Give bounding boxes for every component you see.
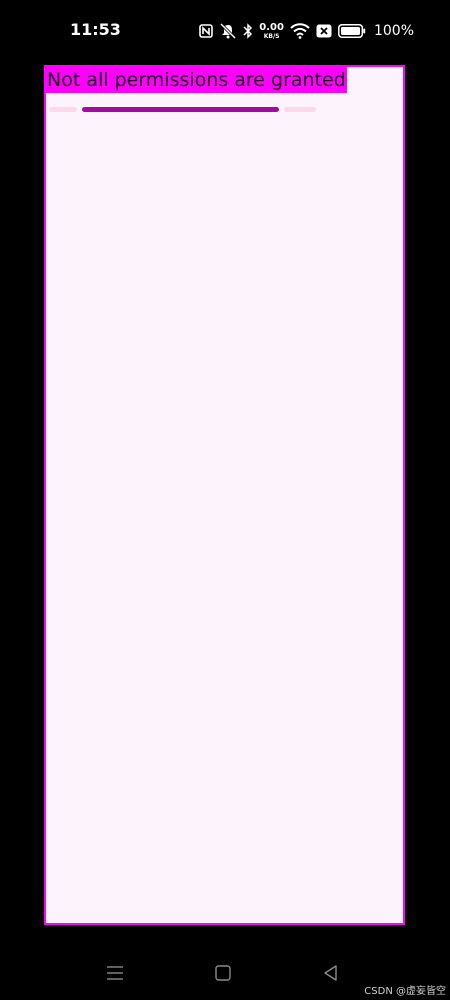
permission-title: Not all permissions are granted — [46, 67, 347, 93]
home-icon[interactable] — [212, 962, 234, 984]
battery-percent: 100% — [373, 23, 414, 39]
network-speed-value: 0.00 — [259, 21, 284, 33]
menu-icon[interactable] — [104, 962, 126, 984]
network-speed: 0.00 KB/S — [259, 21, 284, 40]
status-icons: 0.00 KB/S 100% — [199, 21, 414, 41]
page-indicator-dot-1[interactable] — [49, 107, 77, 112]
sim-blocked-icon — [316, 24, 332, 38]
nfc-icon — [199, 24, 214, 38]
back-icon[interactable] — [320, 962, 342, 984]
status-bar: 11:53 0.00 KB/S 100% — [0, 0, 450, 60]
wifi-icon — [290, 23, 310, 39]
bluetooth-icon — [243, 23, 253, 39]
page-indicator-dot-3[interactable] — [284, 107, 316, 112]
battery-icon — [338, 24, 366, 38]
page-indicator-dot-2-active[interactable] — [82, 107, 279, 112]
csdn-watermark: CSDN @虚妄皆空 — [364, 986, 446, 997]
network-speed-unit: KB/S — [263, 32, 280, 40]
app-window: Not all permissions are granted — [44, 65, 405, 925]
status-time: 11:53 — [70, 20, 121, 39]
phone-screen: 11:53 0.00 KB/S 100% Not all permissions… — [0, 0, 450, 1000]
mute-icon — [219, 23, 237, 39]
